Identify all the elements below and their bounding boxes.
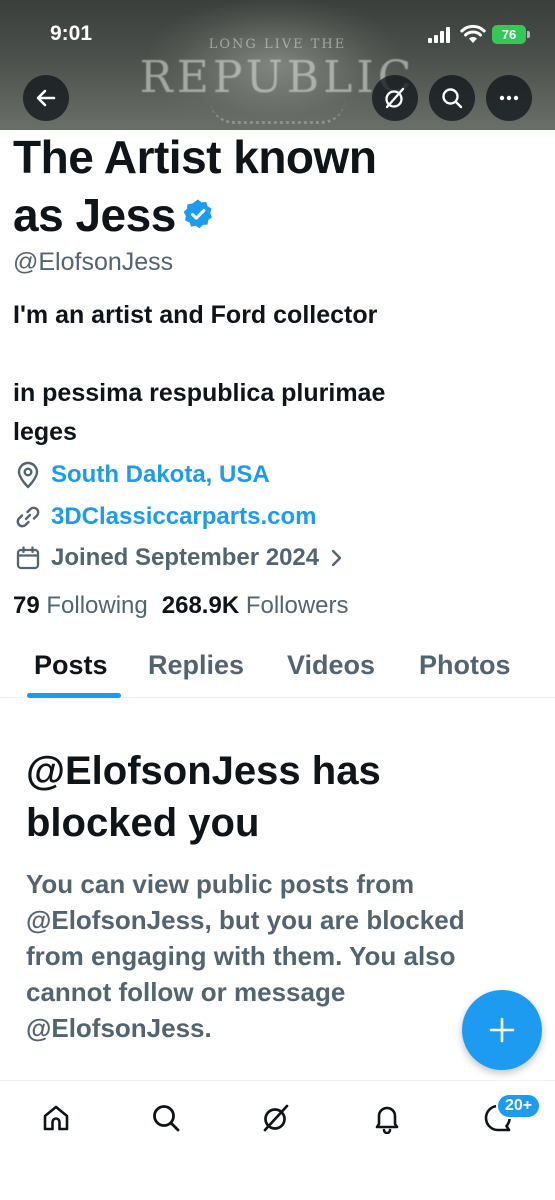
- blocked-body-line4: cannot follow or message: [26, 977, 346, 1007]
- verified-badge-icon[interactable]: [182, 198, 214, 230]
- blocked-message: You can view public posts from @ElofsonJ…: [26, 866, 531, 1046]
- blocked-body-line2: @ElofsonJess, but you are blocked: [26, 905, 465, 935]
- followers-label: Followers: [245, 592, 349, 619]
- search-icon: [153, 1105, 180, 1132]
- search-button[interactable]: [429, 75, 475, 121]
- grok-button[interactable]: [372, 75, 418, 121]
- display-name-line2-wrap: as Jess: [13, 186, 493, 244]
- calendar-icon: [13, 543, 43, 573]
- joined-text: Joined September 2024: [51, 544, 320, 571]
- profile-handle: @ElofsonJess: [13, 248, 174, 276]
- bio-line-2: in pessima respublica plurimae: [13, 379, 386, 407]
- nav-notifications[interactable]: [365, 1096, 409, 1140]
- location-row: South Dakota, USA: [13, 457, 270, 493]
- chevron-right-icon: [331, 549, 342, 567]
- compose-button[interactable]: [462, 990, 542, 1070]
- plus-icon: [489, 1017, 515, 1043]
- bio-line-3: leges: [13, 418, 77, 446]
- joined-row[interactable]: Joined September 2024: [13, 540, 343, 576]
- blocked-title-line1: @ElofsonJess has: [26, 749, 381, 793]
- status-time: 9:01: [50, 22, 93, 45]
- link-icon: [13, 502, 43, 532]
- banner-laurel: [210, 100, 345, 124]
- nav-home[interactable]: [34, 1096, 78, 1140]
- grok-icon: [263, 1104, 289, 1132]
- home-icon: [43, 1105, 69, 1131]
- location-pin-icon: [13, 460, 43, 490]
- location-text[interactable]: South Dakota, USA: [51, 461, 270, 489]
- status-bar: 9:01 76: [0, 0, 555, 70]
- display-name-line1: The Artist known: [13, 131, 377, 183]
- arrow-left-icon: [36, 89, 56, 107]
- tab-videos[interactable]: Videos: [287, 650, 375, 681]
- messages-badge: 20+: [496, 1093, 542, 1119]
- tab-replies[interactable]: Replies: [148, 650, 244, 681]
- tab-photos[interactable]: Photos: [419, 650, 511, 681]
- following-count: 79: [13, 592, 40, 619]
- follow-stats: 79 Following 268.9K Followers: [13, 592, 349, 620]
- wifi-icon: [460, 24, 486, 43]
- blocked-body-line1: You can view public posts from: [26, 869, 415, 899]
- tab-posts[interactable]: Posts: [34, 650, 108, 681]
- display-name-line2: as Jess: [13, 189, 176, 241]
- active-tab-indicator: [27, 693, 121, 698]
- more-icon: [499, 95, 519, 101]
- back-button[interactable]: [23, 75, 69, 121]
- bottom-nav: [0, 1080, 555, 1200]
- blocked-title: @ElofsonJess has blocked you: [26, 745, 526, 849]
- bio-line-1: I'm an artist and Ford collector: [13, 301, 378, 329]
- battery-indicator: 76: [492, 25, 530, 44]
- signal-icon: [428, 27, 454, 43]
- grok-icon: [385, 87, 405, 109]
- nav-grok[interactable]: [254, 1096, 298, 1140]
- blocked-body-line5: @ElofsonJess.: [26, 1013, 212, 1043]
- notifications-icon: [375, 1106, 399, 1134]
- blocked-body-line3: from engaging with them. You also: [26, 941, 456, 971]
- website-link[interactable]: 3DClassiccarparts.com: [51, 503, 316, 531]
- profile-tabs: Posts Replies Videos Photos: [0, 640, 555, 698]
- more-button[interactable]: [486, 75, 532, 121]
- display-name: The Artist known as Jess: [13, 128, 493, 244]
- following-label: Following: [46, 592, 148, 619]
- following-link[interactable]: 79 Following: [13, 592, 148, 620]
- nav-search[interactable]: [144, 1096, 188, 1140]
- search-icon: [442, 88, 463, 109]
- followers-count: 268.9K: [161, 592, 240, 619]
- blocked-title-line2: blocked you: [26, 801, 260, 845]
- followers-link[interactable]: 268.9K Followers: [162, 592, 349, 620]
- website-row: 3DClassiccarparts.com: [13, 499, 316, 535]
